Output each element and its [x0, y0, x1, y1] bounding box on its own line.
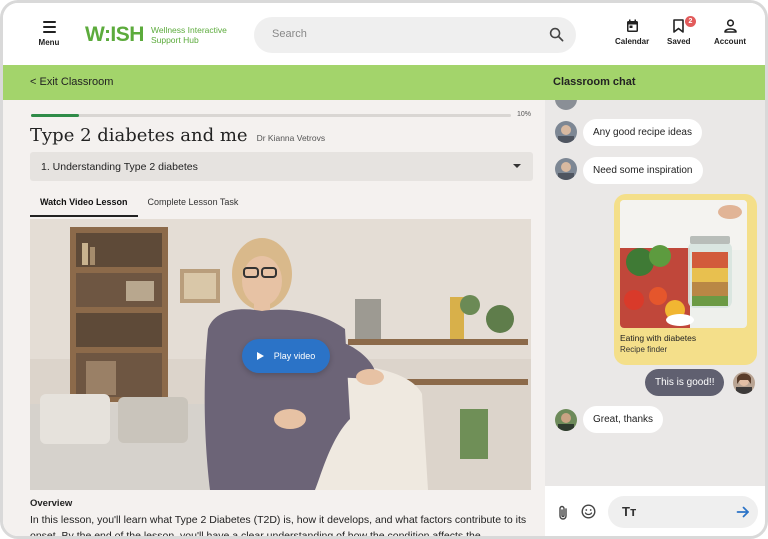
- recipe-image: [620, 200, 747, 328]
- logo-subtitle-line2: Support Hub: [150, 35, 199, 45]
- send-icon[interactable]: [736, 505, 750, 519]
- overview-text: In this lesson, you'll learn what Type 2…: [30, 514, 527, 539]
- person-icon: [723, 19, 737, 33]
- lesson-heading: Type 2 diabetes and me Dr Kianna Vetrovs: [30, 125, 325, 146]
- saved-label: Saved: [667, 37, 691, 46]
- menu-label: Menu: [38, 38, 60, 47]
- avatar: [733, 372, 755, 394]
- video-player[interactable]: Play video: [30, 219, 531, 490]
- lesson-progress-bar: [31, 114, 511, 117]
- chat-message: Any good recipe ideas: [583, 119, 702, 146]
- overview-heading: Overview: [30, 498, 73, 509]
- bookmark-icon: [673, 19, 685, 33]
- menu-button[interactable]: Menu: [33, 19, 65, 47]
- exit-classroom-link[interactable]: < Exit Classroom: [30, 76, 113, 88]
- avatar: [555, 409, 577, 431]
- saved-button[interactable]: 2 Saved: [667, 16, 696, 46]
- chat-message: Great, thanks: [583, 406, 664, 433]
- play-video-button[interactable]: Play video: [242, 339, 330, 373]
- calendar-icon: [626, 19, 638, 32]
- classroom-chat-panel: Any good recipe ideas Need some inspirat…: [545, 100, 765, 536]
- lesson-title: Type 2 diabetes and me: [30, 125, 248, 146]
- logo-subtitle: Wellness Interactive Support Hub: [151, 25, 227, 45]
- avatar: [555, 158, 577, 180]
- calendar-button[interactable]: Calendar: [615, 19, 649, 46]
- lesson-progress-label: 10%: [517, 111, 532, 118]
- search-icon[interactable]: [549, 27, 564, 42]
- lesson-progress-fill: [31, 114, 79, 117]
- logo[interactable]: W:ISH Wellness Interactive Support Hub: [85, 23, 227, 47]
- app-window: Menu W:ISH Wellness Interactive Support …: [0, 0, 768, 539]
- chat-title: Classroom chat: [553, 76, 636, 88]
- play-icon: [256, 352, 264, 360]
- avatar: [555, 121, 577, 143]
- lesson-author: Dr Kianna Vetrovs: [256, 133, 326, 143]
- emoji-icon[interactable]: [581, 504, 596, 519]
- chat-message: Need some inspiration: [583, 157, 703, 184]
- hamburger-icon: [42, 21, 56, 33]
- lesson-tabs: Watch Video Lesson Complete Lesson Task: [30, 197, 248, 217]
- text-format-icon[interactable]: Tт: [622, 504, 636, 519]
- logo-mark: W:ISH: [85, 23, 144, 46]
- calendar-label: Calendar: [615, 37, 650, 46]
- tab-watch-video[interactable]: Watch Video Lesson: [30, 197, 138, 217]
- top-header: Menu W:ISH Wellness Interactive Support …: [3, 3, 765, 65]
- paperclip-icon[interactable]: [557, 505, 569, 521]
- avatar: [555, 100, 577, 110]
- chat-message-own: This is good!!: [645, 369, 725, 396]
- module-select-value: 1. Understanding Type 2 diabetes: [41, 161, 198, 173]
- search-input[interactable]: Search: [254, 17, 576, 53]
- chevron-down-icon: [513, 164, 521, 168]
- account-button[interactable]: Account: [714, 19, 746, 46]
- module-select[interactable]: 1. Understanding Type 2 diabetes: [30, 152, 533, 181]
- account-label: Account: [714, 37, 746, 46]
- classroom-bar: < Exit Classroom Classroom chat: [3, 65, 765, 100]
- recipe-card-title: Eating with diabetes: [620, 333, 697, 343]
- message-input[interactable]: Tт: [608, 496, 758, 528]
- logo-subtitle-line1: Wellness Interactive: [150, 25, 227, 35]
- lesson-panel: 10% Type 2 diabetes and me Dr Kianna Vet…: [3, 100, 545, 539]
- recipe-card-subtitle: Recipe finder: [620, 345, 668, 354]
- search-placeholder: Search: [272, 28, 307, 40]
- saved-count-badge: 2: [685, 16, 696, 27]
- shared-recipe-card[interactable]: Eating with diabetes Recipe finder: [614, 194, 757, 365]
- play-video-label: Play video: [273, 351, 316, 361]
- tab-complete-task[interactable]: Complete Lesson Task: [138, 197, 249, 217]
- chat-composer: Tт: [545, 486, 765, 536]
